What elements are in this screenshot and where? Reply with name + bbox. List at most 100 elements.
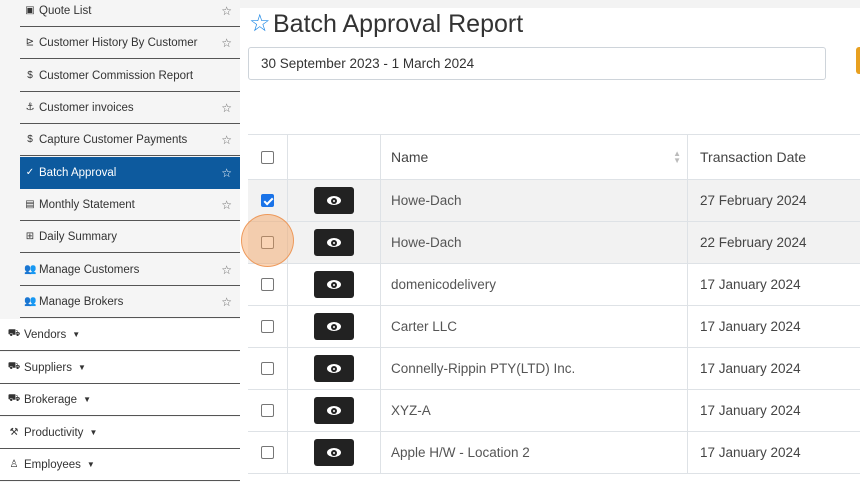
eye-icon	[327, 448, 341, 457]
sidebar-item-label: Batch Approval	[39, 166, 117, 179]
sidebar-menu-productivity[interactable]: ⚒ Productivity ▼	[0, 417, 240, 449]
name-cell: Connelly-Rippin PTY(LTD) Inc.	[380, 348, 687, 389]
sidebar-item-customer-invoices[interactable]: ⚓ Customer invoices ☆	[20, 92, 240, 124]
select-all-cell	[248, 135, 287, 179]
name-header-label: Name	[391, 149, 429, 165]
dollar-icon: $	[27, 134, 33, 145]
select-all-checkbox[interactable]	[261, 150, 274, 164]
row-checkbox[interactable]	[261, 194, 274, 207]
row-checkbox[interactable]	[261, 404, 274, 417]
users-icon: 👥	[24, 296, 37, 307]
view-button[interactable]	[314, 187, 354, 214]
sidebar-menu-brokerage[interactable]: ⛟ Brokerage ▼	[0, 384, 240, 416]
select-cell	[248, 222, 287, 263]
table-header-row: Name ▲ ▼ Transaction Date	[248, 135, 860, 180]
view-button[interactable]	[314, 397, 354, 424]
favorite-star-icon[interactable]: ☆	[221, 263, 232, 277]
dollar-icon: $	[27, 70, 33, 81]
sidebar-menu-suppliers[interactable]: ⛟ Suppliers ▼	[0, 352, 240, 384]
page-title: Batch Approval Report	[273, 10, 524, 38]
sidebar-item-label: Customer History By Customer	[39, 36, 198, 49]
top-bar	[240, 0, 860, 8]
actions-header	[287, 135, 380, 179]
sidebar-item-manage-brokers[interactable]: 👥 Manage Brokers ☆	[20, 286, 240, 318]
users-icon: 👥	[24, 264, 37, 275]
view-button[interactable]	[314, 355, 354, 382]
favorite-star-icon[interactable]: ☆	[221, 295, 232, 309]
transaction-date-cell: 17 January 2024	[687, 306, 860, 347]
select-cell	[248, 180, 287, 221]
caret-down-icon: ▼	[86, 460, 95, 469]
actions-cell	[287, 432, 380, 473]
sidebar-item-label: Quote List	[39, 4, 92, 17]
table-icon: ⊞	[25, 231, 35, 242]
eye-icon	[327, 406, 341, 415]
transaction-date-cell: 22 February 2024	[687, 222, 860, 263]
view-button[interactable]	[314, 439, 354, 466]
sidebar-item-customer-commission-report[interactable]: $ Customer Commission Report	[20, 60, 240, 92]
favorite-star-icon[interactable]: ☆	[221, 101, 232, 115]
transaction-date-header[interactable]: Transaction Date	[687, 135, 860, 179]
hand-coin-icon: ⚓	[25, 102, 35, 113]
actions-cell	[287, 264, 380, 305]
view-button[interactable]	[314, 229, 354, 256]
sidebar-item-quote-list[interactable]: ▣ Quote List ☆	[20, 0, 240, 27]
caret-down-icon: ▼	[89, 428, 98, 437]
favorite-star-icon[interactable]: ☆	[221, 166, 232, 180]
name-cell: domenicodelivery	[380, 264, 687, 305]
name-header[interactable]: Name ▲ ▼	[380, 135, 687, 179]
truck-icon: ⛟	[7, 328, 21, 339]
name-cell: Howe-Dach	[380, 180, 687, 221]
favorite-star-icon[interactable]: ☆	[249, 10, 271, 38]
truck-loading-icon: ⛟	[7, 361, 21, 372]
row-checkbox[interactable]	[261, 278, 274, 291]
table-row: Howe-Dach 22 February 2024	[248, 222, 860, 264]
eye-icon	[327, 196, 341, 205]
table-row: Howe-Dach 27 February 2024	[248, 180, 860, 222]
transaction-date-cell: 27 February 2024	[687, 180, 860, 221]
sidebar-item-label: Customer Commission Report	[39, 69, 194, 82]
sidebar-item-label: Manage Brokers	[39, 295, 124, 308]
table-row: Apple H/W - Location 2 17 January 2024	[248, 432, 860, 474]
select-cell	[248, 432, 287, 473]
person-icon: ♙	[9, 459, 19, 470]
sidebar-menu-label: Vendors	[24, 328, 67, 341]
select-cell	[248, 348, 287, 389]
row-checkbox[interactable]	[261, 320, 274, 333]
favorite-star-icon[interactable]: ☆	[221, 4, 232, 18]
transaction-date-cell: 17 January 2024	[687, 390, 860, 431]
actions-cell	[287, 180, 380, 221]
sidebar-item-monthly-statement[interactable]: ▤ Monthly Statement ☆	[20, 189, 240, 221]
sidebar-menu-vendors[interactable]: ⛟ Vendors ▼	[0, 319, 240, 351]
table-row: Connelly-Rippin PTY(LTD) Inc. 17 January …	[248, 348, 860, 390]
row-checkbox[interactable]	[261, 446, 274, 459]
sidebar-item-manage-customers[interactable]: 👥 Manage Customers ☆	[20, 254, 240, 286]
sidebar-item-label: Daily Summary	[39, 230, 117, 243]
favorite-star-icon[interactable]: ☆	[221, 133, 232, 147]
eye-icon	[327, 280, 341, 289]
favorite-star-icon[interactable]: ☆	[221, 36, 232, 50]
sidebar-menu-employees[interactable]: ♙ Employees ▼	[0, 449, 240, 481]
row-checkbox[interactable]	[261, 362, 274, 375]
name-cell: XYZ-A	[380, 390, 687, 431]
list-icon: ▤	[25, 199, 35, 210]
sidebar-item-daily-summary[interactable]: ⊞ Daily Summary	[20, 221, 240, 253]
quote-icon: ▣	[25, 5, 35, 16]
transaction-date-cell: 17 January 2024	[687, 348, 860, 389]
chart-icon: ⊵	[25, 37, 35, 48]
view-button[interactable]	[314, 271, 354, 298]
row-checkbox[interactable]	[261, 236, 274, 249]
transaction-date-cell: 17 January 2024	[687, 264, 860, 305]
favorite-star-icon[interactable]: ☆	[221, 198, 232, 212]
sidebar-item-customer-history-by-customer[interactable]: ⊵ Customer History By Customer ☆	[20, 27, 240, 59]
table-row: domenicodelivery 17 January 2024	[248, 264, 860, 306]
transaction-date-header-label: Transaction Date	[700, 149, 807, 165]
truck-icon: ⛟	[7, 393, 21, 404]
view-button[interactable]	[314, 313, 354, 340]
date-range-input[interactable]: 30 September 2023 - 1 March 2024	[248, 47, 826, 80]
sidebar-item-batch-approval[interactable]: ✓ Batch Approval ☆	[20, 157, 240, 189]
select-cell	[248, 390, 287, 431]
action-button[interactable]	[856, 47, 860, 74]
sidebar-item-capture-customer-payments[interactable]: $ Capture Customer Payments ☆	[20, 124, 240, 156]
check-icon: ✓	[25, 167, 35, 178]
